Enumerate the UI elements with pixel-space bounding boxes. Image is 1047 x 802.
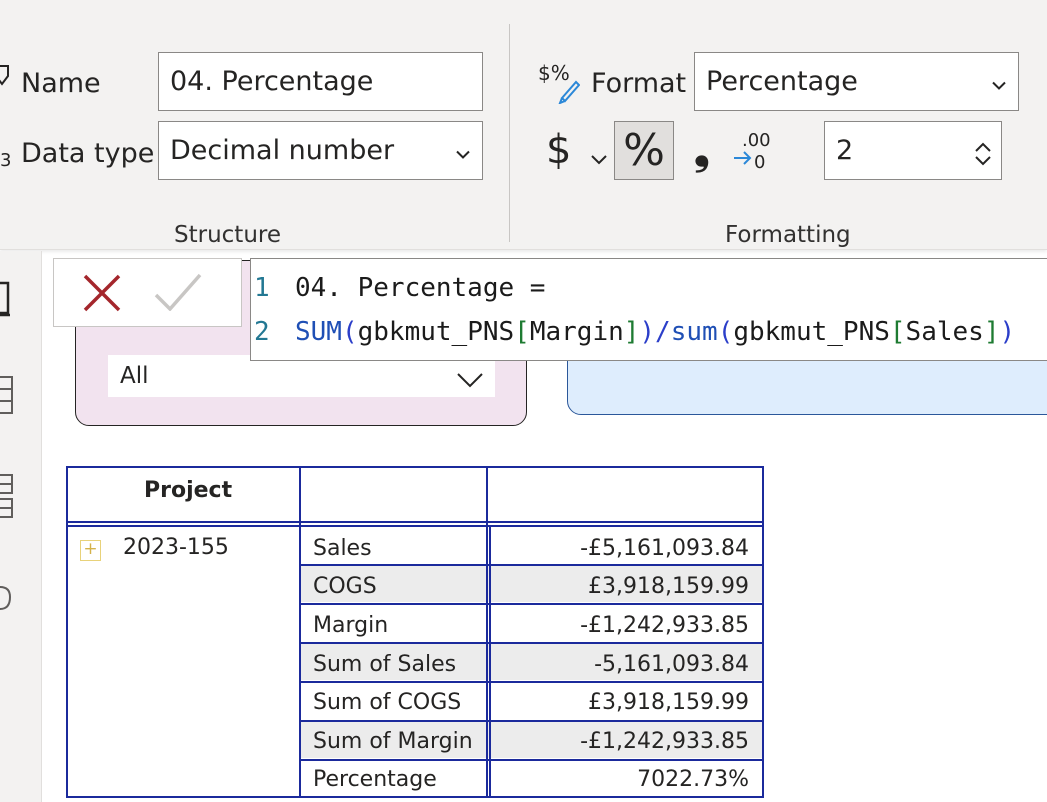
percent-button[interactable]: % (614, 121, 674, 180)
ribbon: Name 04. Percentage 3 Data type Decimal … (0, 0, 1047, 250)
name-input-value: 04. Percentage (170, 66, 374, 97)
formula-token: Margin (529, 317, 624, 347)
expand-row-icon[interactable]: + (80, 540, 101, 561)
row-value: £3,918,159.99 (588, 574, 749, 599)
decimal-places-stepper[interactable]: 2 (824, 121, 1002, 180)
row-label: Sum of Sales (313, 652, 457, 677)
chevron-down-icon (456, 137, 470, 164)
name-input[interactable]: 04. Percentage (158, 52, 483, 111)
name-label: Name (21, 68, 101, 99)
cancel-formula-button[interactable] (82, 273, 122, 317)
formula-token: ) (999, 317, 1016, 347)
data-type-icon: 3 (0, 150, 12, 171)
grid-line (66, 525, 764, 527)
percent-icon: % (623, 125, 665, 176)
formula-line-2: 2 SUM(gbkmut_PNS[Margin])/sum(gbkmut_PNS[… (251, 312, 1015, 352)
line-number: 2 (254, 317, 270, 347)
grid-line (66, 796, 764, 798)
formula-token: ( (717, 317, 734, 347)
formula-line-1: 1 04. Percentage = (251, 268, 545, 308)
formula-line-text: 04. Percentage = (295, 273, 546, 303)
close-icon (83, 274, 121, 312)
group-divider (509, 24, 510, 242)
grid-line (299, 603, 764, 605)
grid-line (66, 521, 764, 523)
formula-token: )/ (639, 317, 671, 347)
formatting-group-label: Formatting (725, 222, 851, 248)
svg-text:0: 0 (754, 152, 765, 172)
format-icon: $% (538, 60, 581, 108)
grid-line (299, 642, 764, 644)
data-type-value: Decimal number (170, 135, 395, 166)
row-value: 7022.73% (637, 767, 749, 792)
decimal-button-icon[interactable]: .00 0 (732, 128, 774, 176)
grid-line (66, 466, 68, 798)
format-icon-glyph: $% (538, 61, 570, 85)
format-select[interactable]: Percentage (694, 52, 1019, 111)
row-value: -£1,242,933.85 (580, 729, 749, 754)
svg-text:.00: .00 (742, 130, 771, 151)
check-icon (154, 273, 202, 312)
dax-query-icon[interactable] (0, 583, 12, 617)
line-number: 1 (254, 273, 270, 303)
formula-editor[interactable]: 1 04. Percentage = 2 SUM(gbkmut_PNS[Margin… (250, 258, 1047, 361)
row-label: Sum of COGS (313, 690, 462, 715)
formula-token: [ (889, 317, 906, 347)
row-value: £3,918,159.99 (588, 690, 749, 715)
data-type-label: Data type (21, 138, 155, 169)
view-rail (0, 251, 42, 802)
row-label: Sales (313, 536, 372, 561)
format-value: Percentage (706, 66, 858, 97)
row-label: COGS (313, 574, 377, 599)
data-type-select[interactable]: Decimal number (158, 121, 483, 180)
grid-line (66, 466, 764, 468)
project-value: 2023-155 (123, 535, 229, 560)
formula-token: SUM (295, 317, 342, 347)
grid-line (762, 466, 764, 798)
row-label: Sum of Margin (313, 729, 473, 754)
comma-style-button[interactable]: ❟ (694, 128, 710, 174)
grid-line (299, 564, 764, 566)
currency-button[interactable]: $ (546, 130, 571, 170)
formula-token: ] (623, 317, 640, 347)
row-label: Margin (313, 613, 389, 638)
row-label: Percentage (313, 767, 437, 792)
tag-icon (0, 64, 14, 90)
row-value: -5,161,093.84 (594, 652, 749, 677)
slicer-selected-value: All (120, 363, 149, 389)
structure-group-label: Structure (174, 222, 281, 248)
grid-line (299, 720, 764, 722)
formula-token: ( (341, 317, 358, 347)
formula-token: sum (670, 317, 718, 347)
formula-token: [ (514, 317, 530, 347)
formula-token: ] (983, 317, 1000, 347)
row-value: -£1,242,933.85 (580, 613, 749, 638)
model-view-icon[interactable] (0, 473, 16, 523)
grid-line (299, 466, 301, 798)
stepper-down-icon[interactable] (975, 144, 991, 171)
chevron-down-icon (457, 368, 483, 394)
formula-token: Sales (905, 317, 984, 347)
table-view-icon[interactable] (0, 375, 14, 419)
currency-dropdown-icon[interactable] (591, 150, 607, 169)
grid-line (299, 681, 764, 683)
commit-formula-button[interactable] (154, 273, 202, 315)
chevron-down-icon (992, 68, 1006, 95)
formula-actions (53, 258, 242, 327)
grid-line (299, 759, 764, 761)
column-header-project[interactable]: Project (144, 480, 232, 502)
formula-token: gbkmut_PNS (357, 317, 515, 347)
grid-line (486, 466, 488, 798)
grid-line (489, 525, 491, 798)
decimal-places-value: 2 (836, 135, 854, 166)
format-label: Format (591, 68, 687, 99)
row-value: -£5,161,093.84 (580, 536, 749, 561)
formula-token: gbkmut_PNS (733, 317, 890, 347)
slicer-dropdown[interactable]: All (108, 355, 495, 397)
report-view-icon[interactable] (0, 281, 12, 321)
